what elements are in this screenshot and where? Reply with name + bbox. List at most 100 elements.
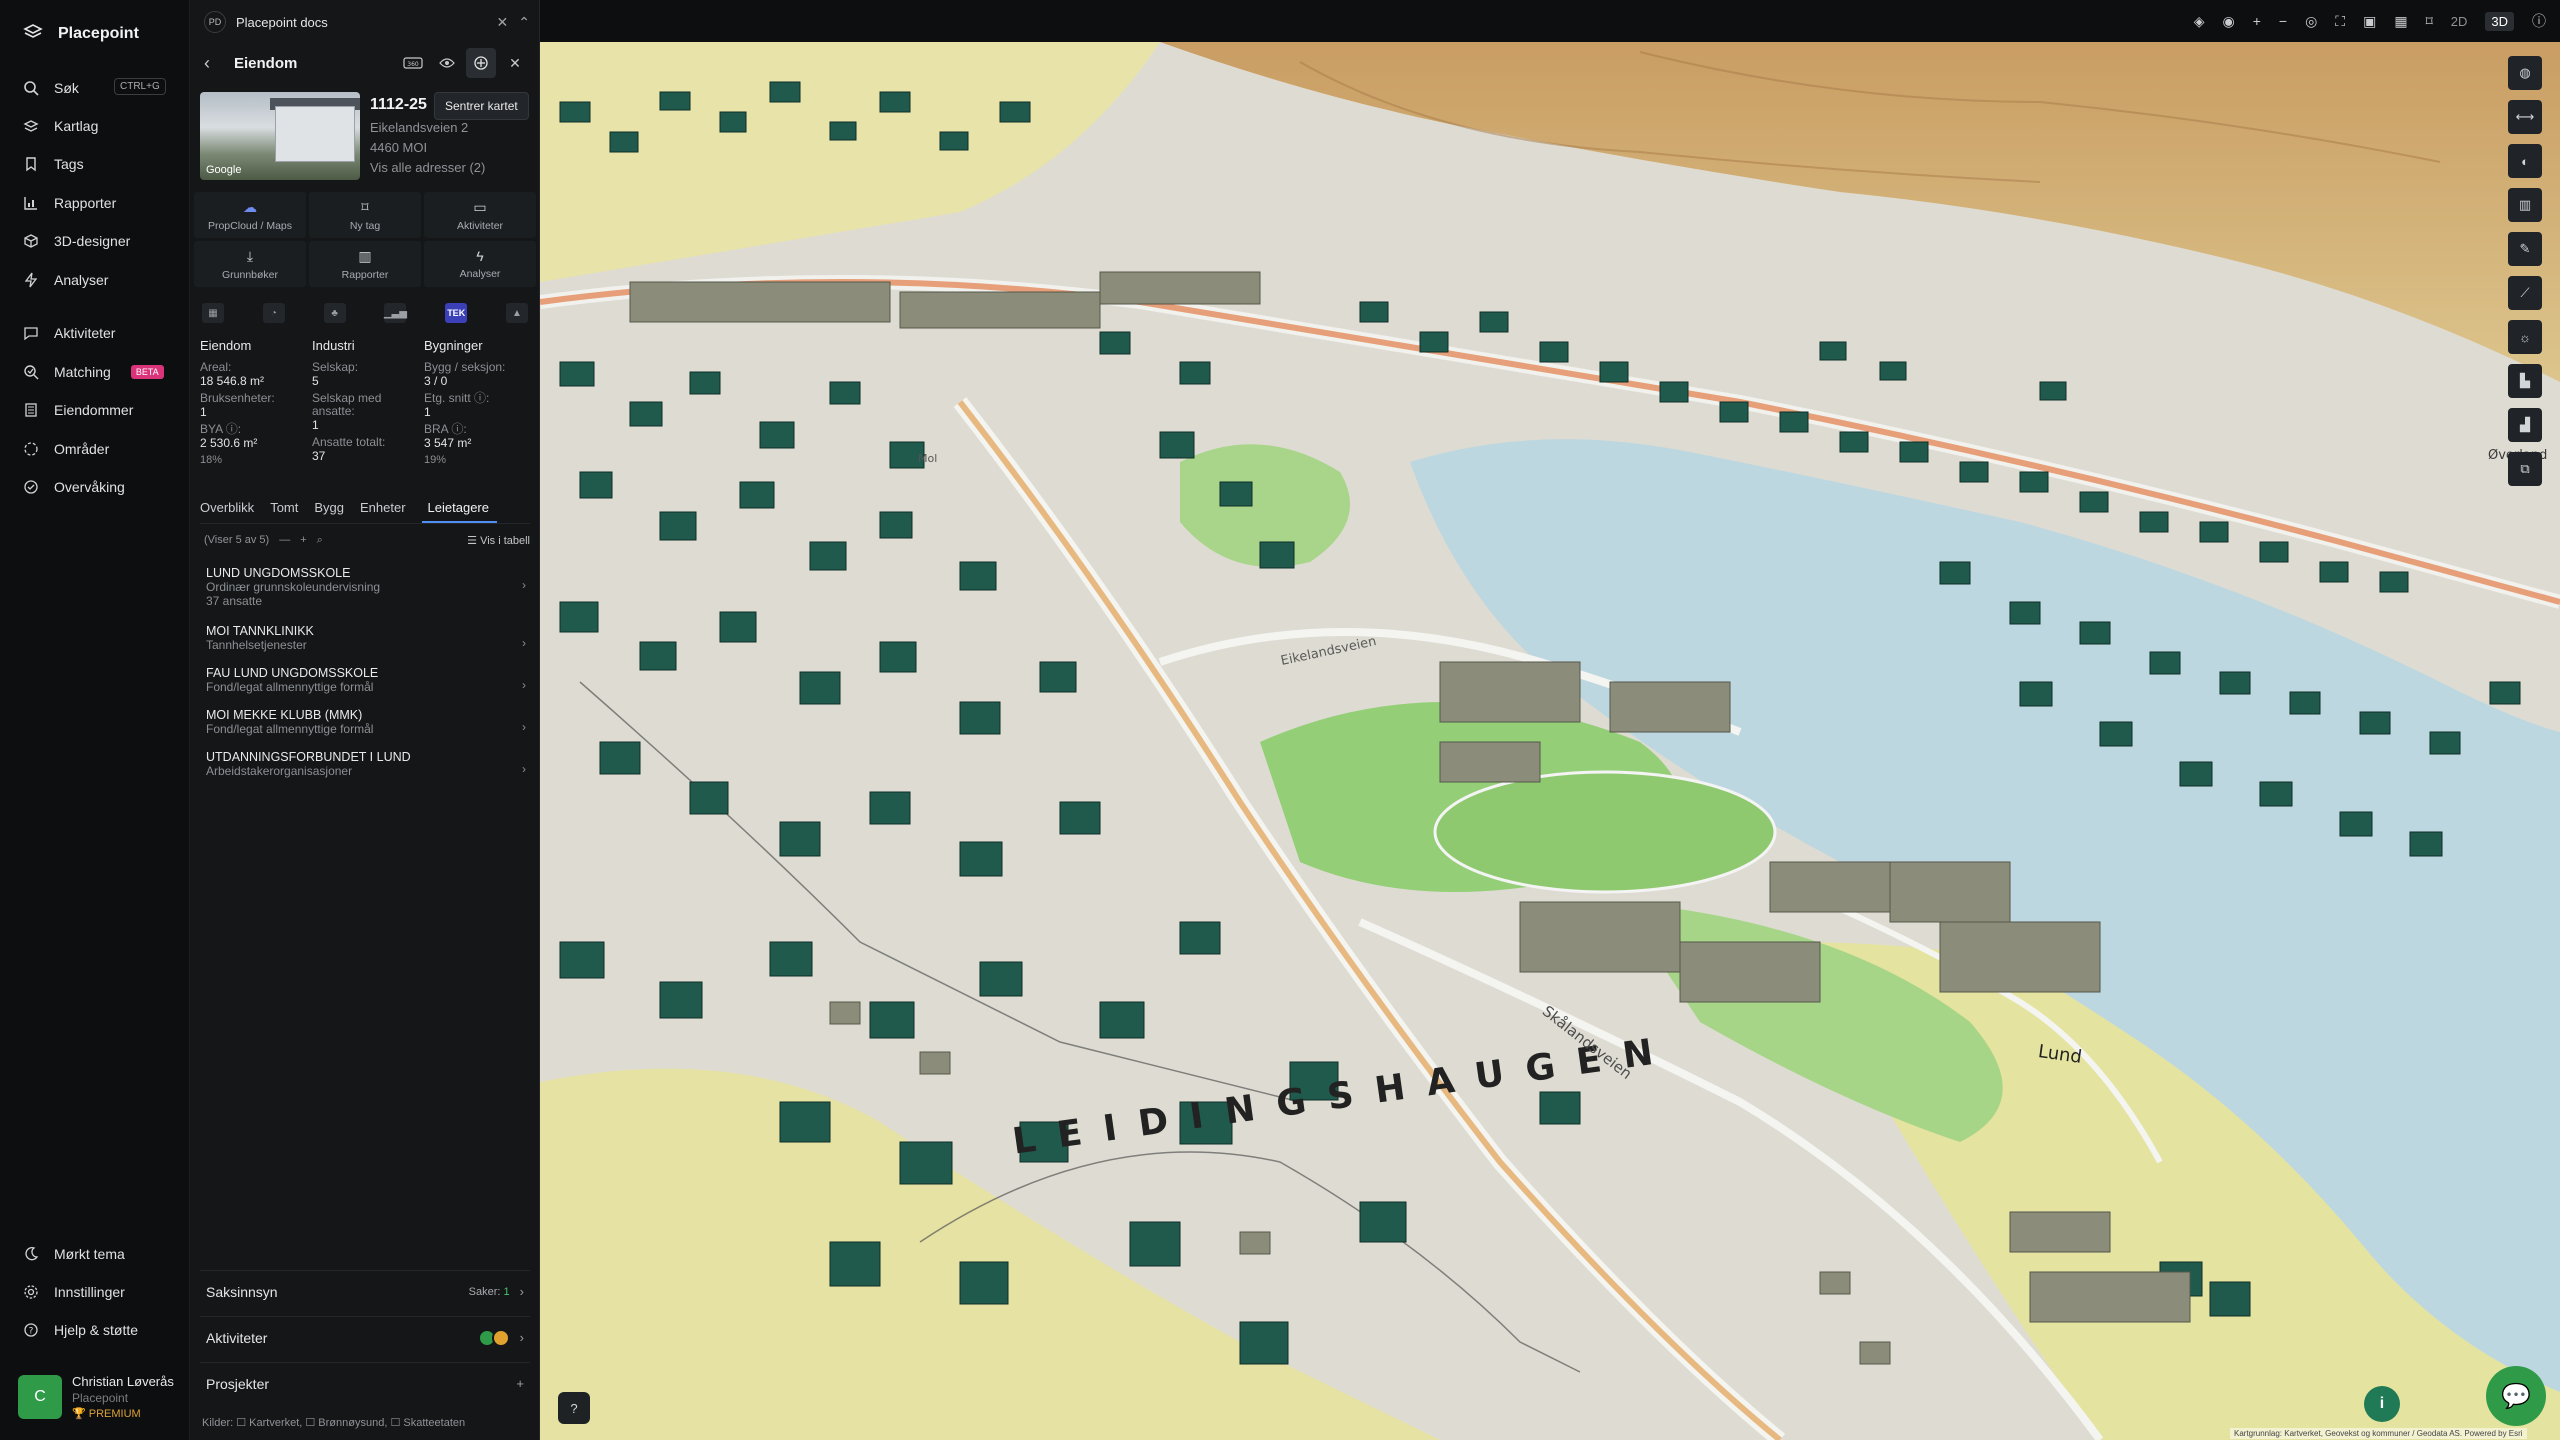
help-icon[interactable]: ? <box>558 1392 590 1424</box>
grid-icon[interactable]: ▦ <box>2394 13 2407 30</box>
nav-item-analyser[interactable]: Analyser <box>22 266 108 294</box>
reports-button[interactable]: ▥ Rapporter <box>309 241 421 287</box>
layers-stack-icon[interactable]: ◈ <box>2194 13 2205 30</box>
nav-item-kartlag[interactable]: Kartlag <box>22 112 98 140</box>
eye-icon[interactable] <box>432 48 462 78</box>
tab-leietagere[interactable]: Leietagere <box>421 500 497 523</box>
stat-value: 3 / 0 <box>424 374 448 388</box>
building-height-icon[interactable]: ▙ <box>2508 364 2542 398</box>
tenant-row[interactable]: UTDANNINGSFORBUNDET I LUND Arbeidstakero… <box>206 750 526 778</box>
tenant-row[interactable]: LUND UNGDOMSSKOLE Ordinær grunnskoleunde… <box>206 566 526 608</box>
nav-item-rapporter[interactable]: Rapporter <box>22 189 116 217</box>
bookmark-icon[interactable]: ⌑ <box>2426 13 2433 30</box>
nav-item-omrader[interactable]: Områder <box>22 435 109 463</box>
property-address[interactable]: Eikelandsveien 2 <box>370 120 468 135</box>
bars-icon[interactable]: ▁▃▅ <box>384 303 407 323</box>
360-view-icon[interactable]: 360 <box>398 48 428 78</box>
stats-icon[interactable]: ▟ <box>2508 408 2542 442</box>
nav-item-help[interactable]: ? Hjelp & støtte <box>22 1316 138 1344</box>
center-map-icon[interactable] <box>466 48 496 78</box>
map-toolbar: ◈ ◉ + − ◎ ⛶ ▣ ▦ ⌑ 2D 3D ⓘ <box>540 0 2560 42</box>
user-org: Placepoint <box>72 1391 129 1405</box>
tenant-row[interactable]: FAU LUND UNGDOMSSKOLE Fond/legat allmenn… <box>206 666 526 694</box>
nav-item-sok[interactable]: Søk <box>22 74 79 102</box>
plus-icon[interactable]: + <box>300 534 306 546</box>
pie-icon[interactable]: ◔ <box>262 303 285 323</box>
nav-item-overvaking[interactable]: Overvåking <box>22 473 125 501</box>
search-icon[interactable]: ⌕ <box>317 534 323 547</box>
view-icon[interactable]: ◐ <box>2508 144 2542 178</box>
info-icon[interactable]: ⓘ <box>2532 11 2546 31</box>
chevron-updown-icon[interactable]: ⌃ <box>518 14 530 31</box>
nav-item-settings[interactable]: Innstillinger <box>22 1278 125 1306</box>
nav-item-eiendommer[interactable]: Eiendommer <box>22 396 133 424</box>
chat-icon[interactable]: 💬 <box>2486 1366 2546 1426</box>
plus-icon[interactable]: + <box>516 1376 524 1391</box>
profile-icon[interactable]: ⟋ <box>2508 276 2542 310</box>
action-label: Rapporter <box>341 268 389 281</box>
tab-enheter[interactable]: Enheter <box>360 500 414 523</box>
stat-key: Ansatte totalt: <box>312 435 386 449</box>
back-icon[interactable]: ‹ <box>204 53 226 74</box>
compass-icon[interactable]: ◉ <box>2222 13 2234 30</box>
section-aktiviteter[interactable]: Aktiviteter › <box>200 1316 530 1358</box>
close-icon[interactable]: ✕ <box>497 14 509 31</box>
tab-bygg[interactable]: Bygg <box>314 500 352 523</box>
export-icon[interactable]: ⧉ <box>2508 452 2542 486</box>
measure-icon[interactable]: ⟷ <box>2508 100 2542 134</box>
panel-header: ‹ Eiendom 360 ✕ <box>204 48 530 78</box>
stats-industri: Industri Selskap: 5 Selskap med ansatte:… <box>312 338 424 467</box>
nav-item-tags[interactable]: Tags <box>22 150 84 178</box>
all-addresses-link[interactable]: Vis alle adresser (2) <box>370 160 485 175</box>
tenant-row[interactable]: MOI TANNKLINIKK Tannhelsetjenester › <box>206 624 526 652</box>
close-icon[interactable]: ✕ <box>500 48 530 78</box>
stat-key: Bygg / seksjon: <box>424 360 506 374</box>
globe-icon[interactable]: ◍ <box>2508 56 2542 90</box>
property-photo[interactable]: Google <box>200 92 360 180</box>
tree-icon[interactable]: ♣ <box>323 303 346 323</box>
section-title: Prosjekter <box>206 1375 270 1392</box>
docs-bar[interactable]: PD Placepoint docs ✕ ⌃ <box>204 8 530 36</box>
stat-value: 37 <box>312 449 326 463</box>
zoom-out-icon[interactable]: − <box>2279 13 2287 29</box>
action-label: Ny tag <box>349 219 381 232</box>
mode-3d-button[interactable]: 3D <box>2485 11 2514 31</box>
view-table-button[interactable]: ☰ Vis i tabell <box>467 534 530 547</box>
minus-icon[interactable]: — <box>279 534 290 546</box>
tab-tomt[interactable]: Tomt <box>270 500 306 523</box>
action-label: Aktiviteter <box>456 219 504 232</box>
nav-item-dark-theme[interactable]: Mørkt tema <box>22 1240 125 1268</box>
tek-chip[interactable]: TEK <box>445 303 468 323</box>
tenant-name: UTDANNINGSFORBUNDET I LUND <box>206 750 411 764</box>
propcloud-button[interactable]: ☁ PropCloud / Maps <box>194 192 306 238</box>
nav-item-3d-designer[interactable]: 3D-designer <box>22 227 130 255</box>
stat-percent: 19% <box>424 454 447 466</box>
new-tag-button[interactable]: ⌑ Ny tag <box>309 192 421 238</box>
brand[interactable]: Placepoint <box>22 20 139 48</box>
zoom-in-icon[interactable]: + <box>2253 13 2261 29</box>
tab-overblikk[interactable]: Overblikk <box>200 500 262 523</box>
nav-item-matching[interactable]: Matching BETA <box>22 358 164 386</box>
layers-icon <box>22 117 40 135</box>
grunnboker-button[interactable]: ⤓ Grunnbøker <box>194 241 306 287</box>
camera-icon[interactable]: ▣ <box>2363 13 2376 30</box>
section-prosjekter[interactable]: Prosjekter + <box>200 1362 530 1404</box>
nav-item-aktiviteter[interactable]: Aktiviteter <box>22 319 115 347</box>
analyses-button[interactable]: ϟ Analyser <box>424 241 536 287</box>
chart-icon[interactable]: ▥ <box>2508 188 2542 222</box>
tenant-row[interactable]: MOI MEKKE KLUBB (MMK) Fond/legat allmenn… <box>206 708 526 736</box>
triangle-icon[interactable]: ▲ <box>505 303 528 323</box>
section-saksinnsyn[interactable]: Saksinnsyn Saker: 1 › <box>200 1270 530 1312</box>
mode-2d-button[interactable]: 2D <box>2451 14 2468 29</box>
user-profile[interactable]: C Christian Løverås Placepoint 🏆 PREMIUM <box>18 1372 178 1422</box>
grid-icon[interactable]: ▦ <box>202 303 224 323</box>
sun-icon[interactable]: ☼ <box>2508 320 2542 354</box>
eye-icon[interactable]: ◎ <box>2305 13 2317 30</box>
info-icon[interactable]: i <box>2364 1386 2400 1422</box>
draw-icon[interactable]: ✎ <box>2508 232 2542 266</box>
stat-value: 1 <box>312 418 319 432</box>
activities-button[interactable]: ▭ Aktiviteter <box>424 192 536 238</box>
map-view[interactable]: LEIDINGSHAUGEN Lund Skålandsveien Eikela… <box>540 42 2560 1440</box>
building-icon <box>22 401 40 419</box>
fullscreen-icon[interactable]: ⛶ <box>2335 13 2345 30</box>
